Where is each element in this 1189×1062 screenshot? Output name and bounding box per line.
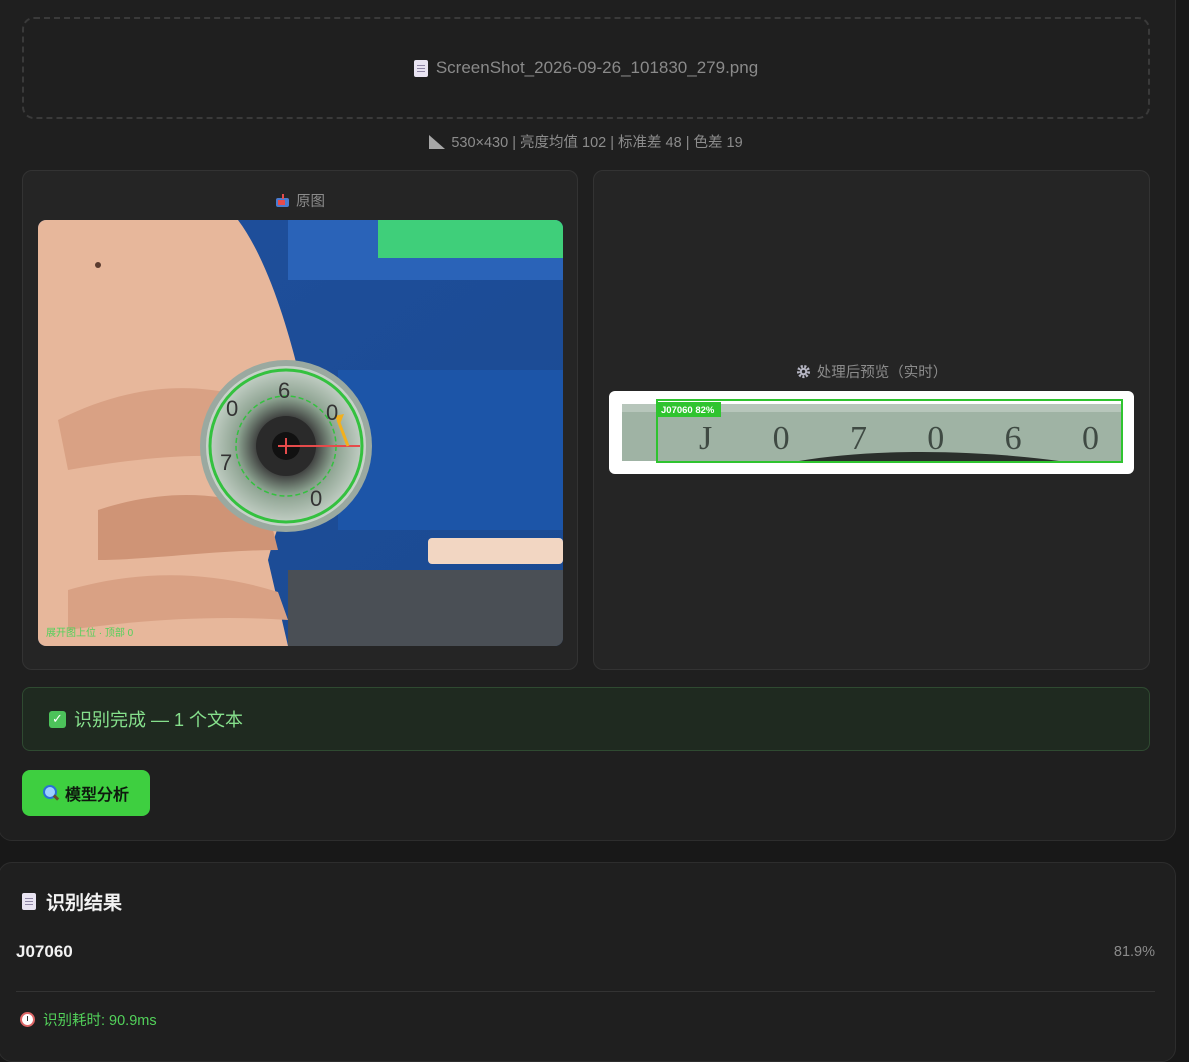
processed-preview-image: J 0 7 0 6 0 J07060 82%: [609, 391, 1134, 474]
image-stats-text: 530×430 | 亮度均值 102 | 标准差 48 | 色差 19: [451, 135, 743, 151]
gear-icon: [796, 364, 810, 379]
result-item-text: J07060: [16, 942, 73, 961]
uploaded-filename: ScreenShot_2026-09-26_101830_279.png: [435, 58, 759, 77]
mailbox-icon: [276, 194, 289, 207]
results-title: 识别结果: [22, 888, 122, 915]
model-analyze-button[interactable]: 模型分析: [22, 770, 150, 816]
svg-text:0: 0: [326, 400, 338, 425]
document-icon: [22, 893, 36, 910]
original-image-panel: 原图 6 0 0 7 0 展开图上位 · 顶部 0: [22, 170, 578, 670]
recognition-timing: 识别耗时: 90.9ms: [20, 1009, 157, 1030]
result-item-confidence: 81.9%: [1113, 944, 1155, 960]
timing-text: 识别耗时: 90.9ms: [43, 1013, 157, 1029]
recognition-status: ✓ 识别完成 — 1 个文本: [22, 687, 1150, 751]
original-panel-title: 原图: [23, 190, 577, 211]
svg-text:7: 7: [220, 450, 232, 475]
processed-preview-panel: 处理后预览（实时） J 0 7 0 6 0 J07060 82%: [593, 170, 1150, 670]
results-divider: [16, 991, 1155, 992]
analyze-button-label: 模型分析: [64, 787, 129, 804]
original-image: 6 0 0 7 0 展开图上位 · 顶部 0: [38, 220, 563, 646]
magnifier-icon: [42, 785, 59, 801]
clock-icon: [20, 1012, 35, 1027]
svg-text:0: 0: [226, 396, 238, 421]
orientation-overlay: 展开图上位 · 顶部 0: [46, 626, 134, 639]
file-dropzone[interactable]: ScreenShot_2026-09-26_101830_279.png: [22, 17, 1150, 119]
svg-text:0: 0: [310, 486, 322, 511]
detection-label: J07060 82%: [661, 405, 715, 416]
image-stats: 530×430 | 亮度均值 102 | 标准差 48 | 色差 19: [0, 131, 1172, 152]
processed-panel-title: 处理后预览（实时）: [594, 361, 1149, 382]
file-icon: [413, 59, 428, 77]
results-card: [0, 862, 1176, 1062]
svg-text:6: 6: [278, 378, 290, 403]
status-message: 识别完成 — 1 个文本: [74, 710, 244, 730]
check-icon: ✓: [49, 710, 66, 728]
ruler-icon: [429, 134, 446, 150]
